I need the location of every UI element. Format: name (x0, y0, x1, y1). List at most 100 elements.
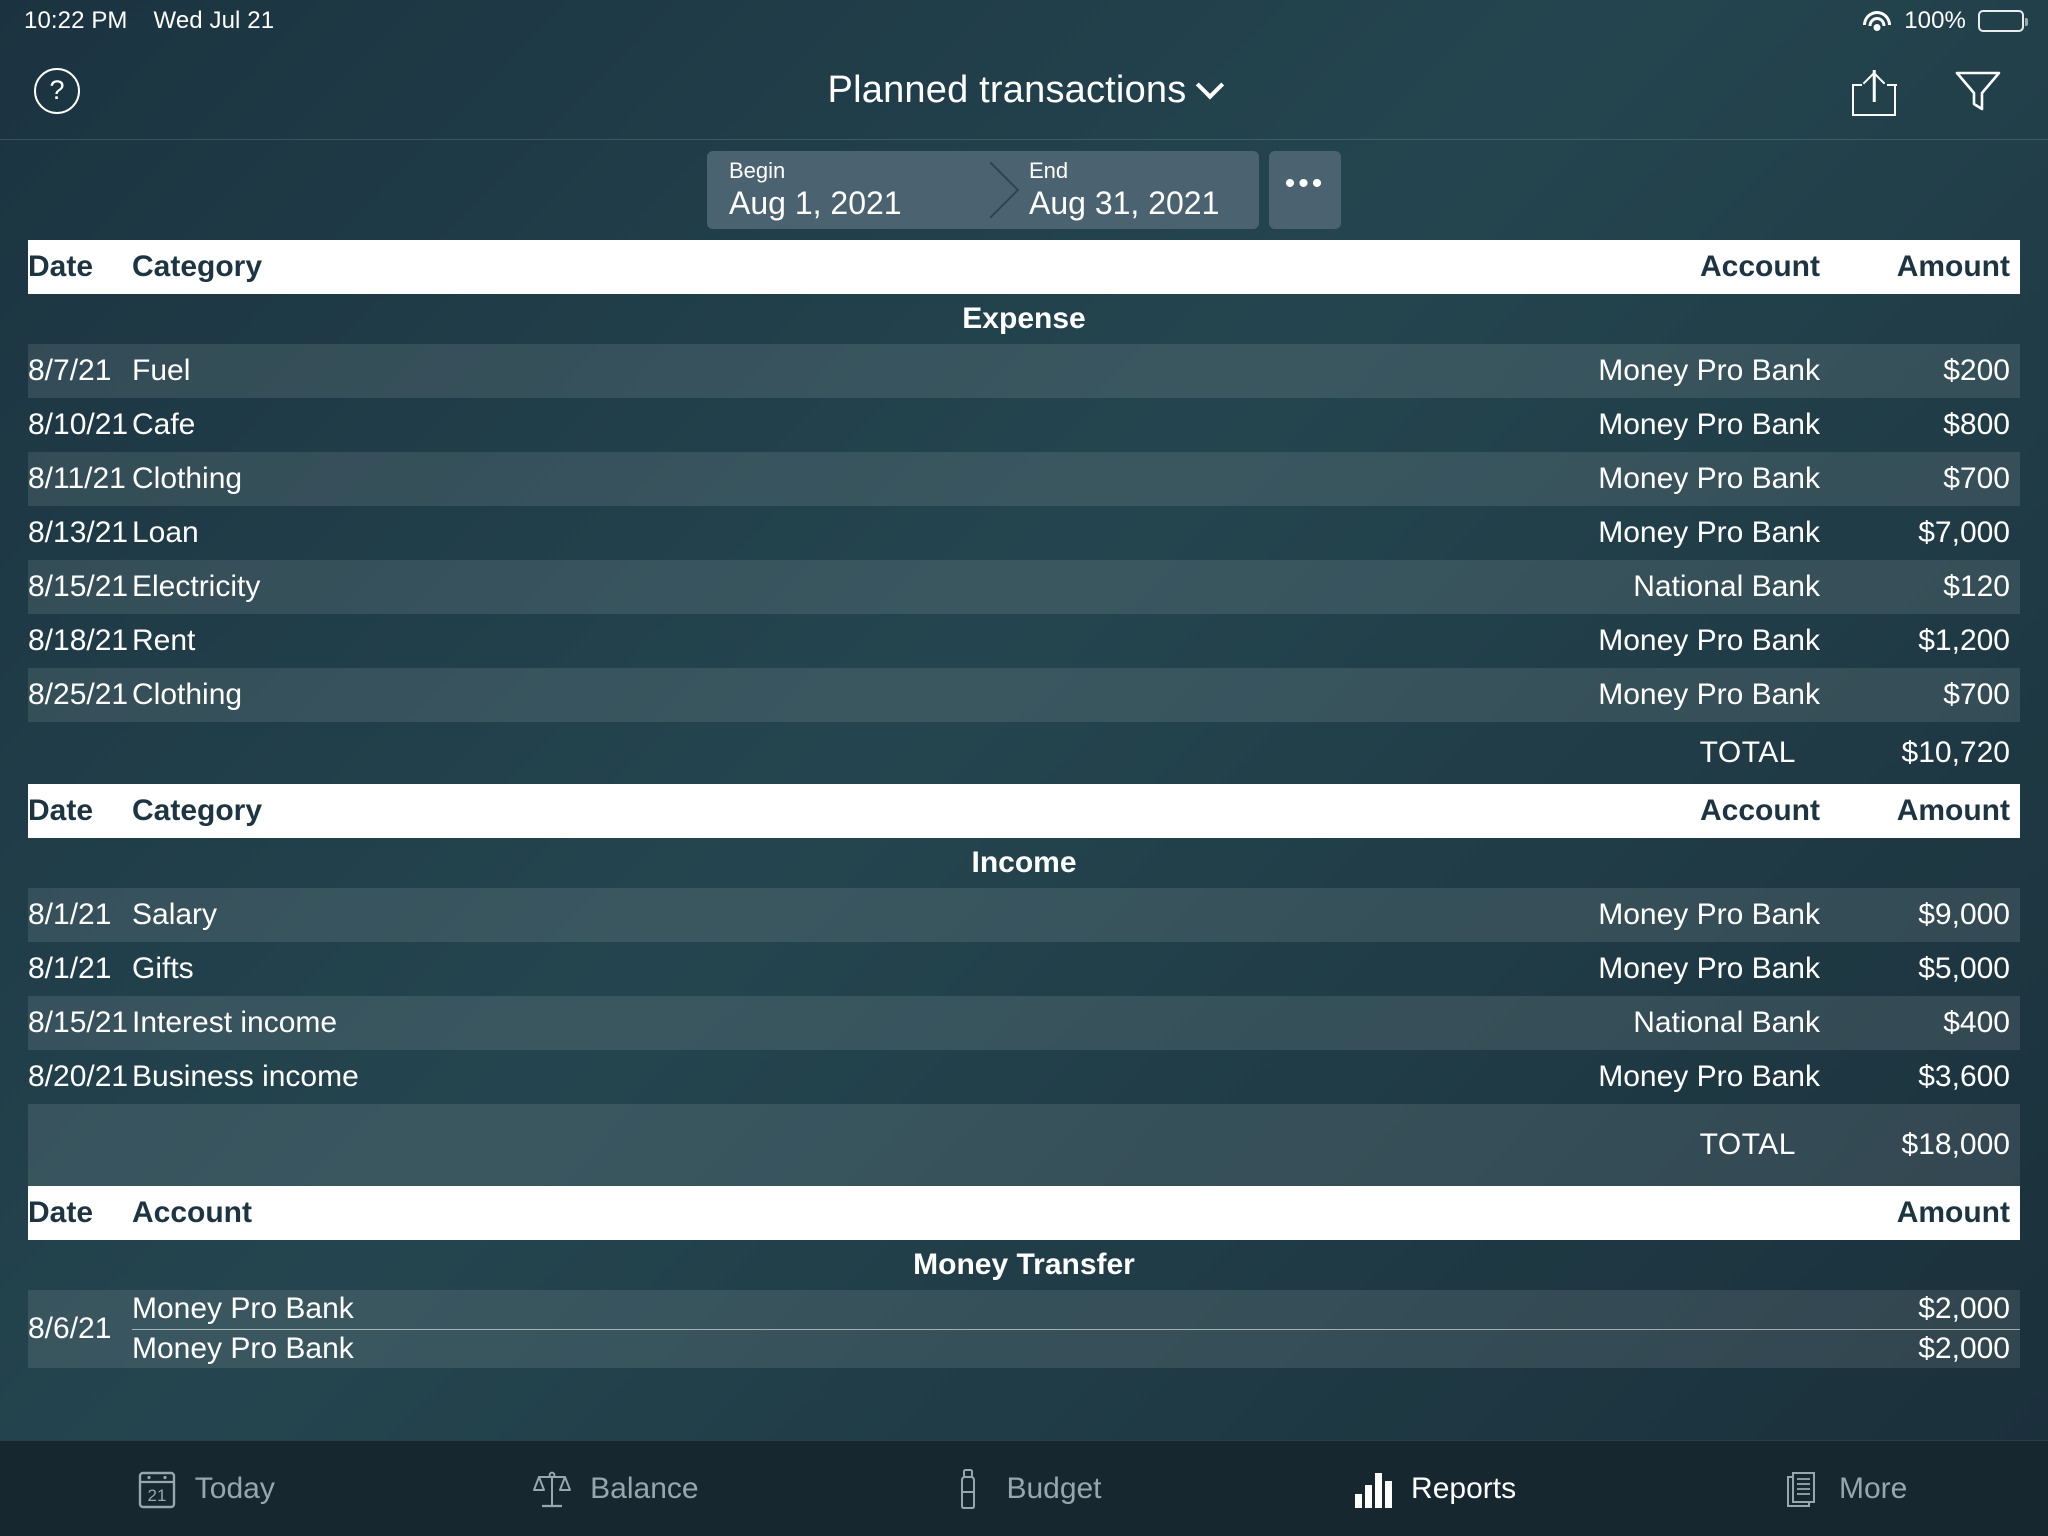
page-title: Planned transactions (0, 69, 2048, 112)
row-amount: $120 (1943, 570, 2010, 603)
column-header-account: Account (1700, 794, 1820, 827)
transfer-row[interactable]: 8/6/21 Money Pro Bank $2,000 Money Pro B… (28, 1290, 2020, 1368)
table-row[interactable]: 8/18/21 Rent Money Pro Bank $1,200 (28, 614, 2020, 668)
column-header-account: Account (1700, 250, 1820, 283)
row-amount: $400 (1943, 1006, 2010, 1039)
row-account: National Bank (1633, 570, 1820, 603)
row-amount: $200 (1943, 354, 2010, 387)
share-icon[interactable] (1851, 66, 1897, 116)
row-account: Money Pro Bank (1598, 624, 1820, 657)
period-begin-button[interactable]: Begin Aug 1, 2021 (707, 151, 991, 229)
row-category: Clothing (132, 678, 243, 711)
scales-icon (530, 1467, 574, 1511)
row-amount: $3,600 (1918, 1060, 2010, 1093)
transfer-from-line: Money Pro Bank $2,000 (132, 1290, 2020, 1330)
row-amount: $800 (1943, 408, 2010, 441)
bar-chart-icon (1351, 1467, 1395, 1511)
row-amount: $5,000 (1918, 952, 2010, 985)
tab-budget[interactable]: Budget (819, 1467, 1229, 1511)
row-date: 8/7/21 (28, 354, 112, 387)
transfer-from-amount: $2,000 (1918, 1292, 2010, 1326)
help-icon-label: ? (49, 75, 65, 105)
table-row[interactable]: 8/15/21 Electricity National Bank $120 (28, 560, 2020, 614)
app-root: 10:22 PM Wed Jul 21 100% ? Planned trans… (0, 0, 2048, 1536)
table-row[interactable]: 8/10/21 Cafe Money Pro Bank $800 (28, 398, 2020, 452)
table-row[interactable]: 8/1/21 Gifts Money Pro Bank $5,000 (28, 942, 2020, 996)
transfer-to-line: Money Pro Bank $2,000 (132, 1330, 2020, 1369)
tab-today[interactable]: 21 Today (0, 1467, 410, 1511)
row-category: Cafe (132, 408, 196, 441)
tab-more-label: More (1838, 1471, 1908, 1505)
tab-reports[interactable]: Reports (1229, 1467, 1639, 1511)
transfer-table-header: Date Account Amount (28, 1186, 2020, 1240)
table-row[interactable]: 8/15/21 Interest income National Bank $4… (28, 996, 2020, 1050)
expense-total-row: TOTAL $10,720 (28, 722, 2020, 784)
income-total-row: TOTAL $18,000 (28, 1104, 2020, 1186)
transfer-to-amount: $2,000 (1918, 1331, 2010, 1365)
column-header-amount: Amount (1896, 1196, 2010, 1229)
period-begin-value: Aug 1, 2021 (729, 185, 902, 222)
period-more-button[interactable]: ••• (1269, 151, 1341, 229)
row-date: 8/11/21 (28, 462, 126, 495)
column-header-date: Date (28, 250, 94, 283)
period-group: Begin Aug 1, 2021 End Aug 31, 2021 (707, 151, 1259, 229)
period-end-button[interactable]: End Aug 31, 2021 (991, 151, 1259, 229)
row-amount: $7,000 (1918, 516, 2010, 549)
tab-today-label: Today (194, 1471, 275, 1505)
page-title-dropdown[interactable]: Planned transactions (828, 69, 1225, 112)
table-row[interactable]: 8/20/21 Business income Money Pro Bank $… (28, 1050, 2020, 1104)
nav-right-group (1851, 66, 2048, 116)
battery-percent-label: 100% (1904, 7, 1966, 34)
table-row[interactable]: 8/25/21 Clothing Money Pro Bank $700 (28, 668, 2020, 722)
period-selector: Begin Aug 1, 2021 End Aug 31, 2021 ••• (0, 140, 2048, 240)
row-category: Loan (132, 516, 199, 549)
row-category: Rent (132, 624, 196, 657)
transfer-date: 8/6/21 (28, 1312, 112, 1345)
bottle-icon (946, 1467, 990, 1511)
column-header-category: Category (132, 794, 263, 827)
svg-text:21: 21 (147, 1486, 166, 1505)
table-row[interactable]: 8/11/21 Clothing Money Pro Bank $700 (28, 452, 2020, 506)
calendar-icon: 21 (135, 1467, 179, 1511)
transfer-from-account: Money Pro Bank (132, 1292, 354, 1326)
column-header-date: Date (28, 1196, 94, 1229)
row-date: 8/18/21 (28, 624, 129, 657)
row-account: Money Pro Bank (1598, 354, 1820, 387)
filter-icon[interactable] (1954, 68, 2002, 114)
row-account: Money Pro Bank (1598, 898, 1820, 931)
column-header-category: Category (132, 250, 263, 283)
tab-more[interactable]: More (1638, 1467, 2048, 1511)
battery-icon (1978, 10, 2028, 32)
status-bar-left: 10:22 PM Wed Jul 21 (24, 7, 274, 35)
row-category: Electricity (132, 570, 261, 603)
column-header-date: Date (28, 794, 94, 827)
row-amount: $1,200 (1918, 624, 2010, 657)
tab-reports-label: Reports (1411, 1471, 1517, 1505)
period-more-label: ••• (1284, 167, 1326, 200)
nav-left-group: ? (0, 67, 180, 114)
row-account: Money Pro Bank (1598, 462, 1820, 495)
wifi-icon (1862, 10, 1892, 32)
tab-balance[interactable]: Balance (410, 1467, 820, 1511)
tab-budget-label: Budget (1006, 1471, 1102, 1505)
table-row[interactable]: 8/7/21 Fuel Money Pro Bank $200 (28, 344, 2020, 398)
transfer-to-account: Money Pro Bank (132, 1331, 354, 1365)
period-end-label: End (1029, 157, 1069, 183)
total-label: TOTAL (1699, 1128, 1796, 1161)
section-title-income: Income (971, 846, 1077, 879)
total-value: $10,720 (1901, 736, 2010, 769)
row-account: Money Pro Bank (1598, 408, 1820, 441)
status-bar: 10:22 PM Wed Jul 21 100% (0, 0, 2048, 42)
status-date: Wed Jul 21 (153, 7, 275, 34)
row-amount: $700 (1943, 462, 2010, 495)
table-row[interactable]: 8/1/21 Salary Money Pro Bank $9,000 (28, 888, 2020, 942)
row-date: 8/25/21 (28, 678, 129, 711)
table-row[interactable]: 8/13/21 Loan Money Pro Bank $7,000 (28, 506, 2020, 560)
period-end-value: Aug 31, 2021 (1029, 185, 1220, 222)
row-account: National Bank (1633, 1006, 1820, 1039)
help-icon[interactable]: ? (34, 67, 80, 114)
row-account: Money Pro Bank (1598, 678, 1820, 711)
row-category: Clothing (132, 462, 243, 495)
column-header-amount: Amount (1896, 250, 2010, 283)
report-content: Date Category Account Amount Expense 8/7… (0, 240, 2048, 1440)
